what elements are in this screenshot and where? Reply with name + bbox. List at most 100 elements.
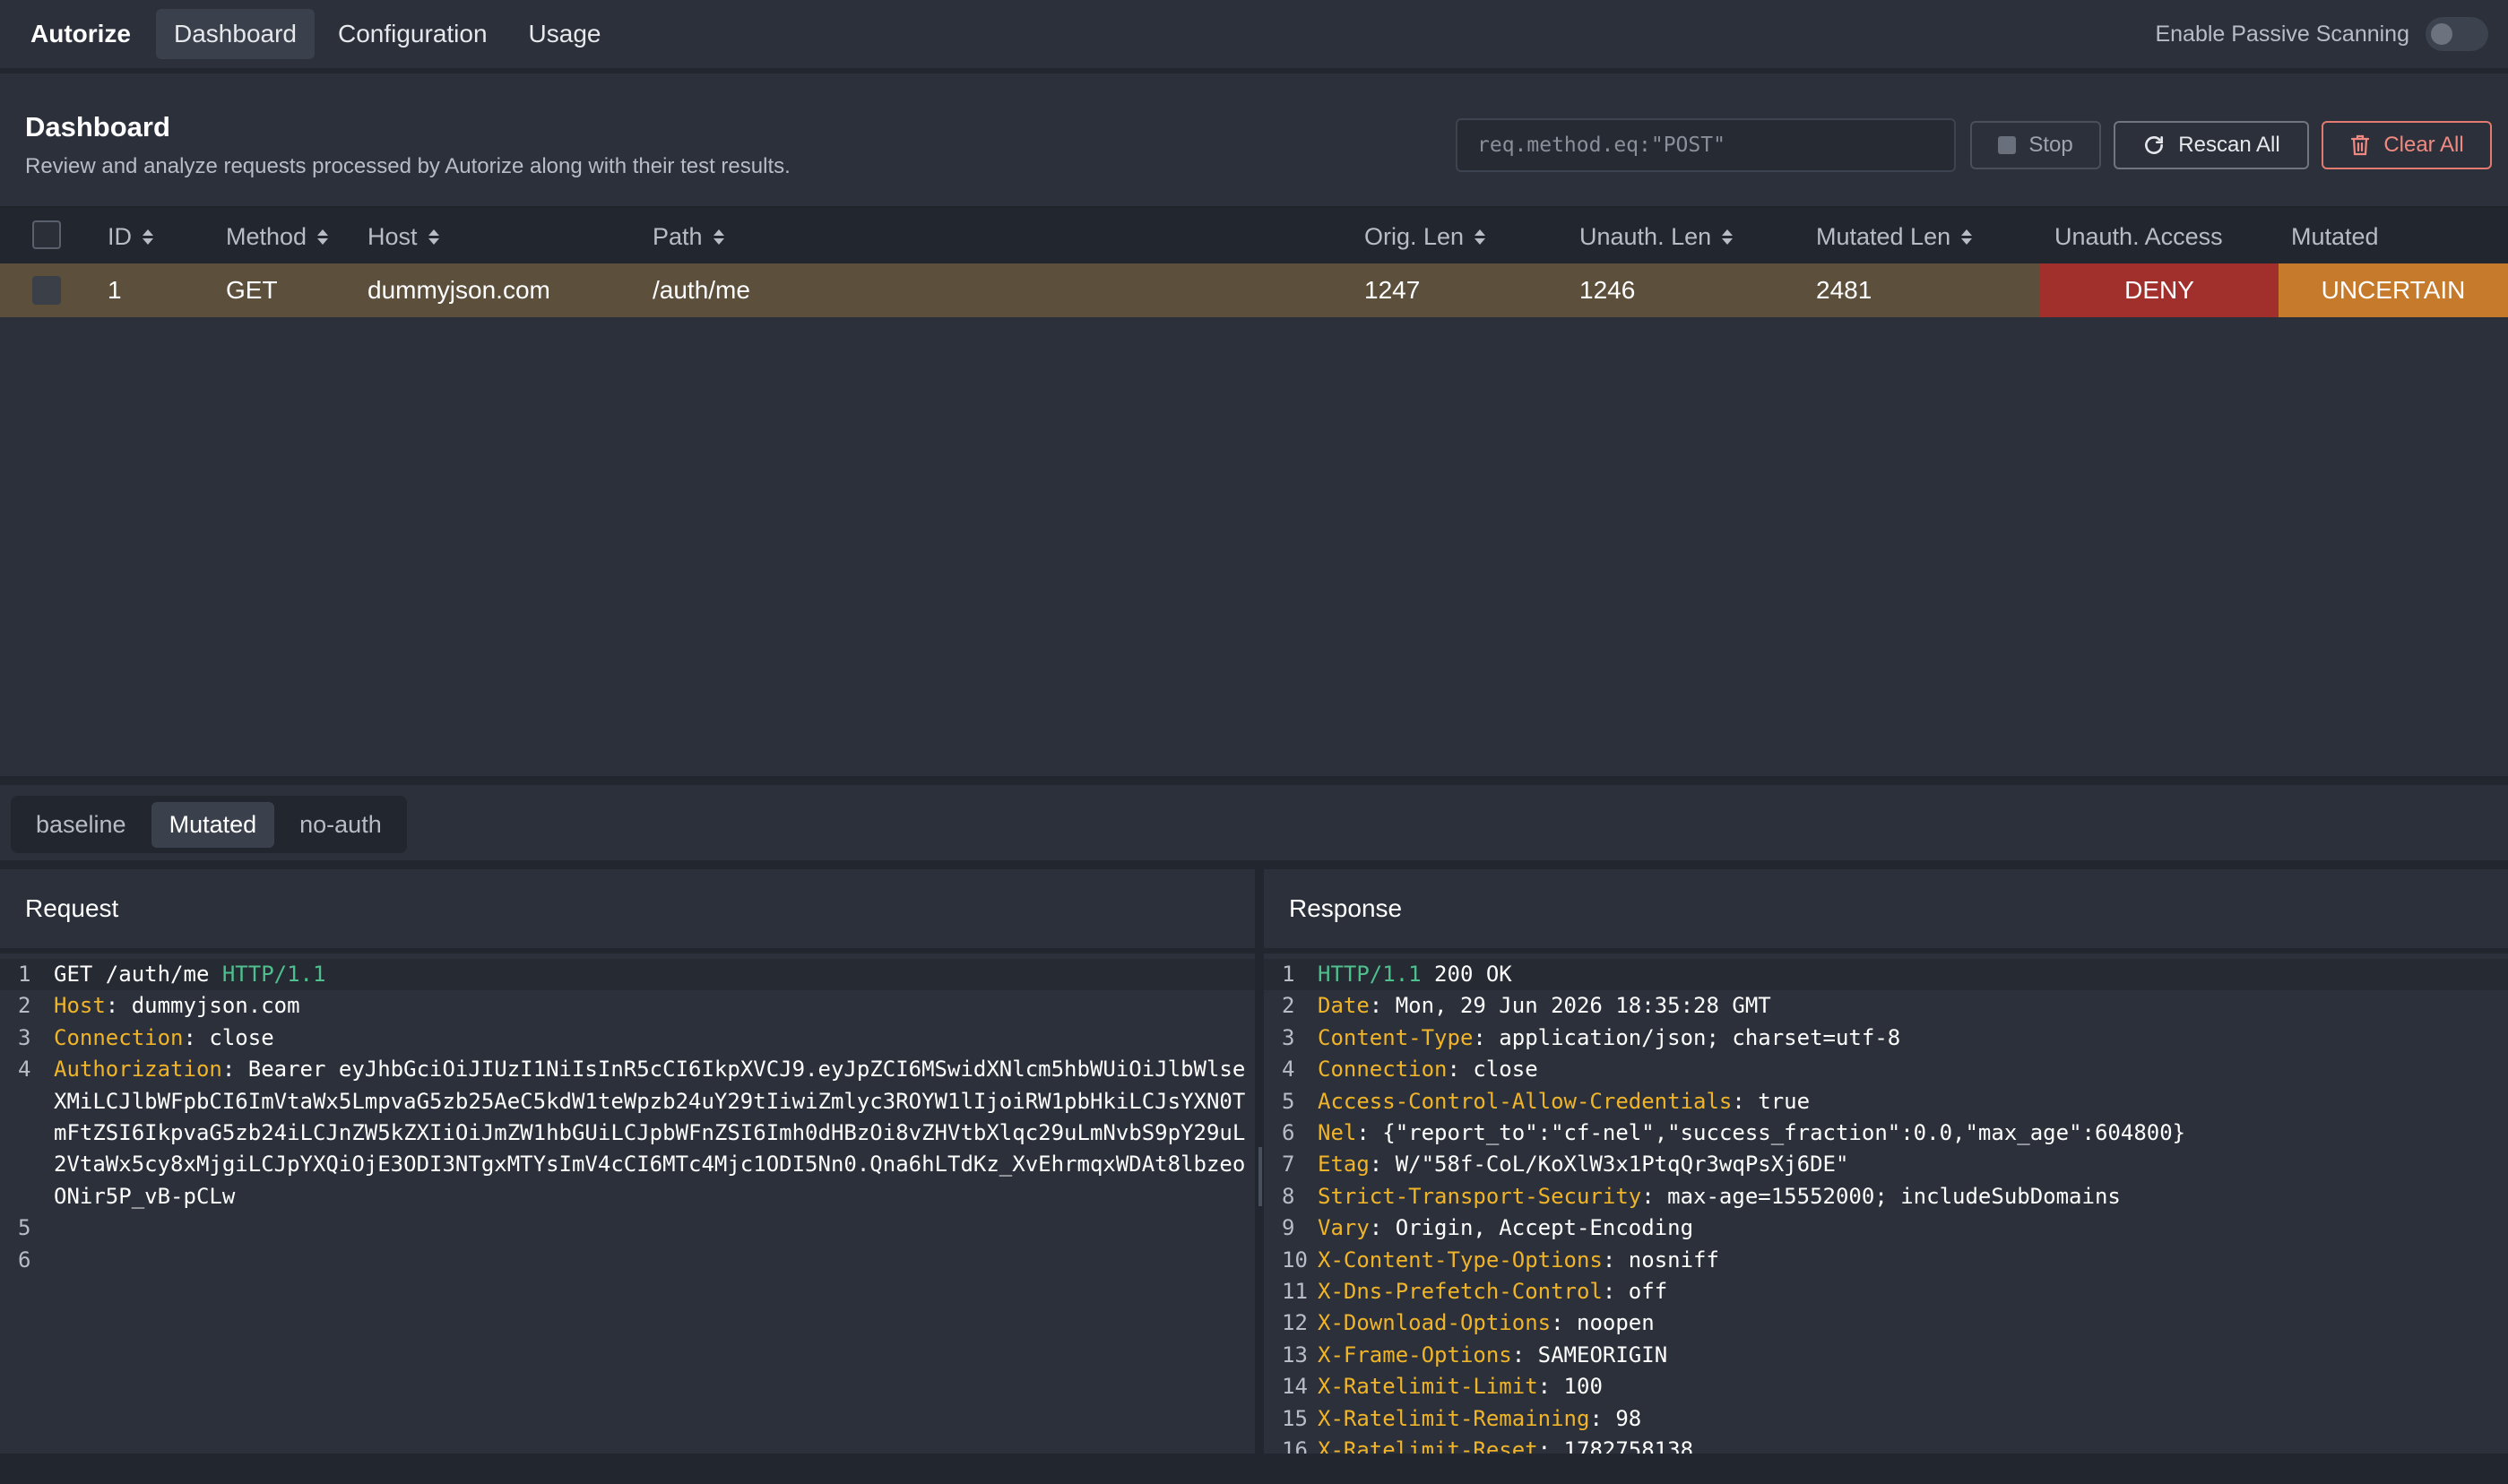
col-host[interactable]: Host xyxy=(368,208,439,265)
header-value: : W/"58f-CoL/KoXlW3x1PtqQr3wqPsXj6DE" xyxy=(1369,1152,1849,1178)
line-number: 7 xyxy=(1282,1152,1295,1178)
stop-icon xyxy=(1998,136,2017,154)
title-divider xyxy=(1264,948,2508,953)
col-id-label: ID xyxy=(108,222,132,250)
code-line: 11 X-Dns-Prefetch-Control: off xyxy=(1264,1276,2508,1307)
line-text: Date: Mon, 29 Jun 2026 18:35:28 GMT xyxy=(1318,990,1771,1022)
line-number: 2 xyxy=(1282,993,1295,1019)
header-value: : off xyxy=(1602,1279,1668,1305)
header-value: : dummyjson.com xyxy=(105,993,300,1019)
tab-dashboard[interactable]: Dashboard xyxy=(156,9,315,59)
select-all-checkbox[interactable] xyxy=(32,220,61,249)
line-text: X-Ratelimit-Limit: 100 xyxy=(1318,1371,1603,1402)
header-value: : application/json; charset=utf-8 xyxy=(1473,1024,1901,1050)
bottom-bar xyxy=(0,1454,2508,1484)
line-number: 12 xyxy=(1282,1310,1308,1336)
request-editor[interactable]: 1 GET /auth/me HTTP/1.1 2 Host: dummyjso… xyxy=(0,959,1255,1276)
line-number: 2 xyxy=(18,993,31,1019)
col-mutated-label: Mutated xyxy=(2291,222,2379,250)
col-unauth-len[interactable]: Unauth. Len xyxy=(1579,208,1734,265)
title-divider xyxy=(0,948,1255,953)
header-value: : SAMEORIGIN xyxy=(1511,1342,1668,1368)
stop-button[interactable]: Stop xyxy=(1970,121,2101,169)
code-line: 3 Content-Type: application/json; charset… xyxy=(1264,1022,2508,1054)
line-number: 6 xyxy=(18,1247,31,1273)
line-text: Content-Type: application/json; charset=… xyxy=(1318,1022,1900,1054)
cell-path: /auth/me xyxy=(653,276,750,304)
code-line: 9 Vary: Origin, Accept-Encoding xyxy=(1264,1212,2508,1244)
code-line: 4 Connection: close xyxy=(1264,1054,2508,1085)
header-value: : nosniff xyxy=(1602,1247,1719,1273)
table-row[interactable]: 1 GET dummyjson.com /auth/me 1247 1246 2… xyxy=(0,263,2508,317)
line-number: 14 xyxy=(1282,1374,1308,1400)
col-orig-len[interactable]: Orig. Len xyxy=(1364,208,1486,265)
header-key: Access-Control-Allow-Credentials xyxy=(1318,1088,1733,1114)
tab-configuration[interactable]: Configuration xyxy=(320,9,506,59)
request-title: Request xyxy=(25,894,119,922)
header-value: : {"report_to":"cf-nel","success_fractio… xyxy=(1356,1120,2186,1146)
header-value: : noopen xyxy=(1551,1310,1655,1336)
status-badge-deny: DENY xyxy=(2040,263,2279,317)
trash-icon xyxy=(2351,134,2370,156)
sort-icon xyxy=(1961,229,1973,245)
code-line: 6 xyxy=(0,1245,1255,1276)
line-number: 6 xyxy=(1282,1120,1295,1146)
stop-label: Stop xyxy=(2028,133,2073,157)
line-text: Access-Control-Allow-Credentials: true xyxy=(1318,1086,1810,1117)
filter-input[interactable] xyxy=(1456,118,1956,172)
cell-method: GET xyxy=(226,276,278,304)
header-key: Connection xyxy=(54,1024,184,1050)
page-subtitle: Review and analyze requests processed by… xyxy=(25,154,791,178)
header-key: Strict-Transport-Security xyxy=(1318,1183,1642,1209)
tab-usage[interactable]: Usage xyxy=(511,9,619,59)
rescan-all-button[interactable]: Rescan All xyxy=(2114,121,2309,169)
line-text: X-Content-Type-Options: nosniff xyxy=(1318,1245,1719,1276)
col-id[interactable]: ID xyxy=(108,208,153,265)
line-text: HTTP/1.1 200 OK xyxy=(1318,959,1512,990)
sort-icon xyxy=(1475,229,1486,245)
col-method[interactable]: Method xyxy=(226,208,329,265)
panel-divider[interactable] xyxy=(0,776,2508,785)
code-line: 2 Date: Mon, 29 Jun 2026 18:35:28 GMT xyxy=(1264,990,2508,1022)
line-number: 10 xyxy=(1282,1247,1308,1273)
col-path[interactable]: Path xyxy=(653,208,724,265)
tab-mutated[interactable]: Mutated xyxy=(151,801,275,848)
code-line: 5 xyxy=(0,1212,1255,1244)
request-pane: Request 1 GET /auth/me HTTP/1.1 2 Host: … xyxy=(0,869,1255,1484)
cell-orig-len: 1247 xyxy=(1364,276,1421,304)
line-text: Etag: W/"58f-CoL/KoXlW3x1PtqQr3wqPsXj6DE… xyxy=(1318,1149,1848,1180)
tab-no-auth[interactable]: no-auth xyxy=(281,802,400,848)
header-key: X-Ratelimit-Remaining xyxy=(1318,1405,1590,1431)
tab-baseline[interactable]: baseline xyxy=(18,802,144,848)
response-editor[interactable]: 1 HTTP/1.1 200 OK 2 Date: Mon, 29 Jun 202… xyxy=(1264,959,2508,1467)
col-method-label: Method xyxy=(226,222,307,250)
col-host-label: Host xyxy=(368,222,418,250)
code-line: 5 Access-Control-Allow-Credentials: true xyxy=(1264,1086,2508,1117)
header-value: : close xyxy=(183,1024,274,1050)
table-header: ID Method Host Path Orig. Len Unauth. Le… xyxy=(0,206,2508,263)
passive-scanning-toggle[interactable] xyxy=(2426,17,2488,51)
line-text: X-Ratelimit-Remaining: 98 xyxy=(1318,1403,1641,1435)
line-number: 9 xyxy=(1282,1215,1295,1241)
splitter-handle[interactable] xyxy=(1258,1147,1262,1206)
line-text: Connection: close xyxy=(54,1022,274,1054)
app-brand: Autorize xyxy=(30,20,131,47)
dashboard-header: Dashboard Review and analyze requests pr… xyxy=(0,79,2508,206)
row-checkbox[interactable] xyxy=(32,276,61,305)
header-key: Nel xyxy=(1318,1120,1357,1146)
col-mutated-len[interactable]: Mutated Len xyxy=(1816,208,1973,265)
header-key: Connection xyxy=(1318,1057,1448,1083)
code-line: 1 HTTP/1.1 200 OK xyxy=(1264,959,2508,991)
line-number: 11 xyxy=(1282,1279,1308,1305)
header-value: : true xyxy=(1732,1088,1811,1114)
line-number: 5 xyxy=(18,1215,31,1241)
header-value: : Mon, 29 Jun 2026 18:35:28 GMT xyxy=(1369,993,1771,1019)
line-text: Host: dummyjson.com xyxy=(54,990,300,1022)
col-unauth-access: Unauth. Access xyxy=(2054,208,2223,265)
header-key: Content-Type xyxy=(1318,1024,1474,1050)
clear-all-button[interactable]: Clear All xyxy=(2322,121,2492,169)
protocol: HTTP/1.1 xyxy=(1318,962,1422,987)
code-line: 2 Host: dummyjson.com xyxy=(0,990,1255,1022)
line-number: 8 xyxy=(1282,1183,1295,1209)
line-text: X-Frame-Options: SAMEORIGIN xyxy=(1318,1340,1667,1371)
